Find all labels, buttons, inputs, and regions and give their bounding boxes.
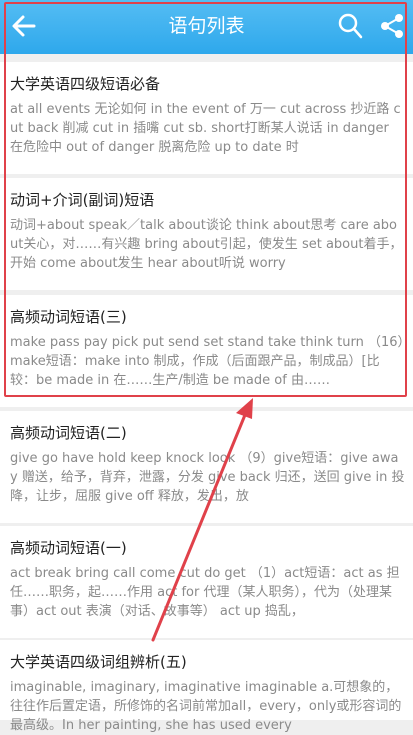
list-item[interactable]: 高频动词短语(三) make pass pay pick put send se… <box>0 295 413 407</box>
list-item-title: 高频动词短语(二) <box>10 424 127 442</box>
list-item-text: imaginable, imaginary, imaginative imagi… <box>10 680 402 733</box>
list-item[interactable]: 大学英语四级短语必备 at all events 无论如何 in the eve… <box>0 62 413 174</box>
list-item-title: 大学英语四级短语必备 <box>10 75 161 93</box>
list-item[interactable]: 大学英语四级词组辨析(五) imaginable, imaginary, ima… <box>0 640 413 733</box>
list-item-text: make pass pay pick put send set stand ta… <box>10 335 404 388</box>
list-item[interactable]: 高频动词短语(一) act break bring call come cut … <box>0 526 413 638</box>
list-item-title: 大学英语四级词组辨析(五) <box>10 653 187 671</box>
list-item[interactable]: 动词+介词(副词)短语 动词+about speak／talk about谈论 … <box>0 178 413 290</box>
list-item-text: at all events 无论如何 in the event of 万一 cu… <box>10 102 401 155</box>
list-item-text: 动词+about speak／talk about谈论 think about思… <box>10 218 403 271</box>
list-item[interactable]: 高频动词短语(二) give go have hold keep knock l… <box>0 411 413 523</box>
list-item-text: act break bring call come cut do get （1）… <box>10 566 400 619</box>
app-header: 语句列表 <box>0 0 413 54</box>
search-icon[interactable] <box>337 12 363 40</box>
list-item-title: 高频动词短语(三) <box>10 308 127 326</box>
share-icon[interactable] <box>378 12 406 40</box>
list-item-text: give go have hold keep knock look （9）giv… <box>10 451 405 504</box>
list-item-title: 高频动词短语(一) <box>10 539 127 557</box>
list-item-title: 动词+介词(副词)短语 <box>10 191 155 209</box>
